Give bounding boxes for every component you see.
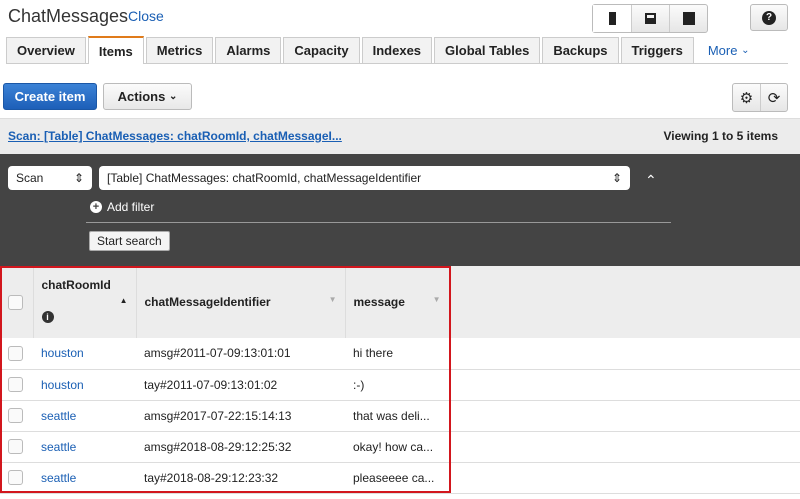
chevron-down-icon: ⌄ [168,91,178,102]
tab-metrics[interactable]: Metrics [145,37,214,63]
more-label: More [707,42,738,58]
tab-backups[interactable]: Backups [542,37,619,63]
empty-cell [449,338,800,370]
tab-more[interactable]: More ⌄ [696,37,762,63]
chevron-down-icon: ⌄ [741,44,750,56]
start-search-button[interactable]: Start search [89,231,170,251]
full-view-icon[interactable] [669,5,707,32]
tab-overview[interactable]: Overview [6,37,86,63]
view-toggle [592,4,708,33]
actions-button[interactable]: Actions ⌄ [103,83,192,110]
collapse-icon[interactable]: ⌃ [645,172,657,189]
add-filter-button[interactable]: + Add filter [90,200,154,214]
updown-icon: ⇕ [611,171,622,185]
create-item-button[interactable]: Create item [3,83,97,110]
table-select-value: [Table] ChatMessages: chatRoomId, chatMe… [107,171,422,185]
help-button[interactable]: ? [750,4,788,31]
table-title: ChatMessages [8,6,129,26]
tab-alarms[interactable]: Alarms [215,37,282,63]
highlight-box [0,266,451,493]
tab-indexes[interactable]: Indexes [361,37,433,63]
table-select[interactable]: [Table] ChatMessages: chatRoomId, chatMe… [99,166,630,190]
tab-global-tables[interactable]: Global Tables [434,37,541,63]
updown-icon: ⇕ [73,171,84,185]
help-icon: ? [762,10,776,25]
tab-triggers[interactable]: Triggers [620,37,694,63]
empty-cell [449,400,800,432]
split-bottom-icon[interactable] [631,5,669,32]
empty-cell [449,369,800,401]
actions-label: Actions [117,89,166,104]
divider [86,222,671,223]
scan-mode-select[interactable]: Scan ⇕ [8,166,92,190]
empty-header [449,266,800,338]
add-filter-label: Add filter [107,200,155,214]
close-link[interactable]: Close [128,8,164,24]
tab-items[interactable]: Items [87,36,144,64]
empty-cell [449,462,800,494]
viewing-count: Viewing 1 to 5 items [663,129,778,143]
tab-bar: Overview Items Metrics Alarms Capacity Indexe… [6,36,788,64]
gear-icon[interactable]: ⚙ [733,84,760,111]
table-tools: ⚙ ⟳ [732,83,788,112]
refresh-icon[interactable]: ⟳ [760,84,787,111]
scan-summary-link[interactable]: Scan: [Table] ChatMessages: chatRoomId, … [8,129,342,143]
empty-cell [449,431,800,463]
scan-mode-value: Scan [16,171,44,185]
plus-icon: + [90,201,102,213]
tab-capacity[interactable]: Capacity [283,37,360,63]
split-left-icon[interactable] [593,5,631,32]
